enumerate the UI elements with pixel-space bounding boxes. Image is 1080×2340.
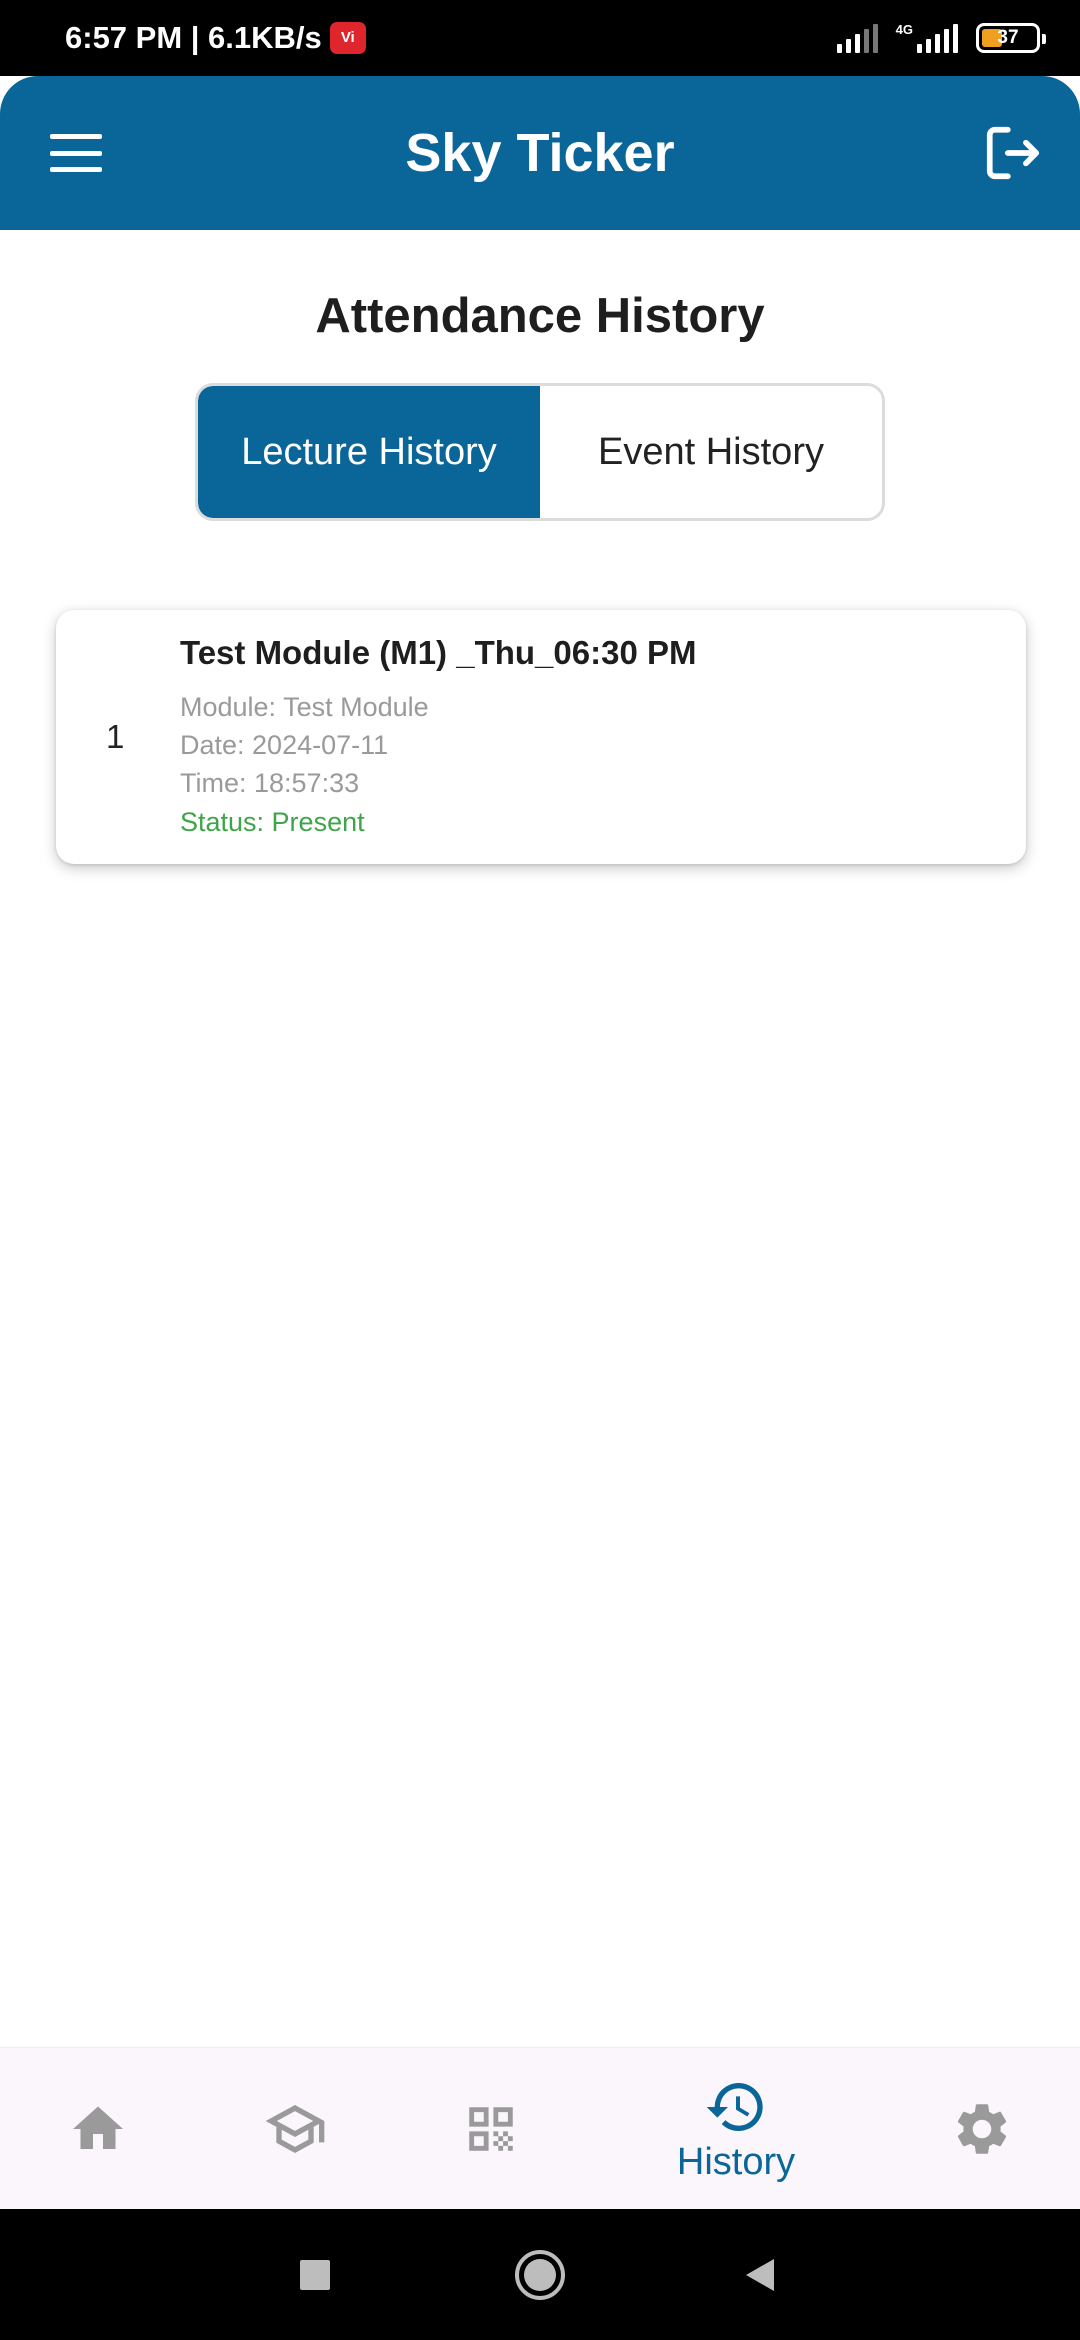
circle-home-icon: [515, 2249, 565, 2300]
battery-level: 37: [997, 27, 1019, 48]
nav-history[interactable]: History: [640, 2048, 832, 2210]
mobile-network-icon: 4G: [896, 23, 958, 53]
tab-event-history[interactable]: Event History: [540, 386, 882, 518]
app-title: Sky Ticker: [405, 123, 675, 183]
battery-icon: 37: [976, 23, 1046, 53]
attendance-record-card[interactable]: 1 Test Module (M1) _Thu_06:30 PM Module:…: [56, 610, 1026, 864]
tab-lecture-history[interactable]: Lecture History: [198, 386, 540, 518]
home-icon: [73, 2106, 123, 2149]
nav-scan-qr[interactable]: [441, 2048, 541, 2210]
triangle-back-icon: [746, 2258, 774, 2291]
back-button[interactable]: [725, 2209, 795, 2340]
record-module: Module: Test Module: [180, 692, 429, 722]
carrier-badge-icon: Vi: [329, 22, 366, 54]
signal-strength-icon: [836, 23, 878, 53]
network-type-label: 4G: [895, 22, 913, 37]
bottom-navigation: History: [0, 2047, 1080, 2209]
record-time: Time: 18:57:33: [180, 768, 360, 798]
history-icon: [706, 2082, 763, 2131]
square-recents-icon: [300, 2259, 330, 2290]
nav-modules[interactable]: [245, 2048, 345, 2210]
record-status: Status: Present: [180, 807, 365, 837]
qr-code-icon: [469, 2107, 513, 2151]
history-type-toggle: Lecture History Event History: [195, 383, 885, 521]
system-navigation-bar: [0, 2209, 1080, 2340]
record-date: Date: 2024-07-11: [180, 730, 389, 760]
nav-history-label: History: [676, 2140, 796, 2183]
status-time: 6:57 PM | 6.1KB/s: [65, 20, 322, 55]
status-bar: 6:57 PM | 6.1KB/s Vi 4G 37: [0, 0, 1080, 76]
recents-button[interactable]: [280, 2209, 350, 2340]
settings-gear-icon: [957, 2104, 1007, 2154]
nav-home[interactable]: [48, 2048, 148, 2210]
hamburger-menu-icon[interactable]: [48, 128, 104, 178]
page-title: Attendance History: [315, 289, 765, 343]
graduation-cap-icon: [265, 2105, 325, 2153]
home-system-button[interactable]: [505, 2209, 575, 2340]
nav-settings[interactable]: [932, 2048, 1032, 2210]
status-right: 4G 37: [836, 23, 1046, 53]
screen: 6:57 PM | 6.1KB/s Vi 4G 37 Sky Ticker At…: [0, 0, 1080, 2340]
app-bar: Sky Ticker: [0, 76, 1080, 230]
record-index: 1: [106, 718, 125, 755]
logout-icon[interactable]: [982, 122, 1044, 184]
record-title: Test Module (M1) _Thu_06:30 PM: [180, 634, 697, 671]
status-left: 6:57 PM | 6.1KB/s Vi: [65, 20, 366, 56]
